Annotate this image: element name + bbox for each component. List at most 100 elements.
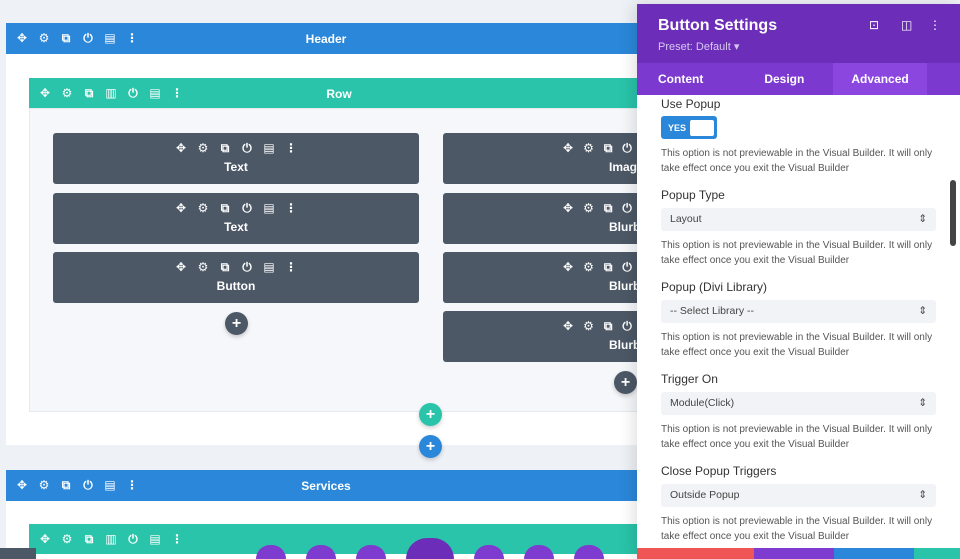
power-icon[interactable]: ⏻ <box>127 532 139 547</box>
duplicate-icon[interactable]: ⧉ <box>83 532 95 547</box>
field-select[interactable]: Module(Click) ⇕ <box>661 392 936 415</box>
move-icon[interactable]: ✥ <box>175 260 187 275</box>
field-select[interactable]: -- Select Library -- ⇕ <box>661 300 936 323</box>
tab-advanced[interactable]: Advanced <box>833 63 927 95</box>
add-section-button[interactable]: + <box>419 435 442 458</box>
trash-icon[interactable]: ▤ <box>104 478 116 493</box>
fullscreen-icon[interactable]: ⊡ <box>869 18 879 32</box>
move-icon[interactable]: ✥ <box>563 319 573 334</box>
trash-icon[interactable]: ▤ <box>149 532 161 547</box>
power-icon[interactable]: ⏻ <box>241 141 253 156</box>
more-icon[interactable]: ⋮ <box>285 201 297 216</box>
module[interactable]: ✥⚙⧉⏻▤⋮Blurb <box>443 252 649 303</box>
power-icon[interactable]: ⏻ <box>622 260 632 275</box>
button-settings-panel: Button Settings Preset: Default ▾ ⊡ ◫ ⋮ … <box>637 4 960 559</box>
duplicate-icon[interactable]: ⧉ <box>219 201 231 216</box>
duplicate-icon[interactable]: ⧉ <box>219 260 231 275</box>
module[interactable]: ✥⚙⧉⏻▤⋮Image <box>443 133 649 184</box>
gear-icon[interactable]: ⚙ <box>38 31 50 46</box>
duplicate-icon[interactable]: ⧉ <box>604 319 613 334</box>
move-icon[interactable]: ✥ <box>39 86 51 101</box>
power-icon[interactable]: ⏻ <box>622 201 632 216</box>
move-icon[interactable]: ✥ <box>563 260 573 275</box>
add-row-button[interactable]: + <box>419 403 442 426</box>
move-icon[interactable]: ✥ <box>39 532 51 547</box>
trash-icon[interactable]: ▤ <box>149 86 161 101</box>
gear-icon[interactable]: ⚙ <box>583 319 594 334</box>
module[interactable]: ✥⚙⧉⏻▤⋮Blurb <box>443 311 649 362</box>
row-bar[interactable]: ✥ ⚙ ⧉ ▥ ⏻ ▤ ⋮ <box>29 524 649 554</box>
gear-icon[interactable]: ⚙ <box>583 201 594 216</box>
more-icon[interactable]: ⋮ <box>171 532 183 547</box>
module[interactable]: ✥ ⚙ ⧉ ⏻ ▤ ⋮ Button <box>53 252 419 303</box>
field-select[interactable]: Layout ⇕ <box>661 208 936 231</box>
duplicate-icon[interactable]: ⧉ <box>60 478 72 493</box>
save-button[interactable] <box>914 548 960 559</box>
trash-icon[interactable]: ▤ <box>263 201 275 216</box>
section-bar[interactable]: ✥ ⚙ ⧉ ⏻ ▤ ⋮ Services <box>6 470 646 501</box>
module-label: Button <box>216 279 256 293</box>
gear-icon[interactable]: ⚙ <box>197 201 209 216</box>
power-icon[interactable]: ⏻ <box>82 31 94 46</box>
power-icon[interactable]: ⏻ <box>241 201 253 216</box>
move-icon[interactable]: ✥ <box>175 141 187 156</box>
gear-icon[interactable]: ⚙ <box>583 141 594 156</box>
add-module-button[interactable]: + <box>614 371 637 394</box>
gear-icon[interactable]: ⚙ <box>38 478 50 493</box>
gear-icon[interactable]: ⚙ <box>61 532 73 547</box>
field-label: Popup Type <box>661 188 725 202</box>
redo-button[interactable] <box>834 548 914 559</box>
trash-icon[interactable]: ▤ <box>263 141 275 156</box>
add-module-button[interactable]: + <box>225 312 248 335</box>
duplicate-icon[interactable]: ⧉ <box>219 141 231 156</box>
more-icon[interactable]: ⋮ <box>126 478 138 493</box>
gear-icon[interactable]: ⚙ <box>197 260 209 275</box>
module[interactable]: ✥ ⚙ ⧉ ⏻ ▤ ⋮ Text <box>53 193 419 244</box>
panel-header[interactable]: Button Settings Preset: Default ▾ ⊡ ◫ ⋮ <box>637 4 960 63</box>
power-icon[interactable]: ⏻ <box>622 319 632 334</box>
tab-content[interactable]: Content <box>637 63 724 95</box>
module[interactable]: ✥ ⚙ ⧉ ⏻ ▤ ⋮ Text <box>53 133 419 184</box>
more-icon[interactable]: ⋮ <box>285 260 297 275</box>
move-icon[interactable]: ✥ <box>563 201 573 216</box>
trash-icon[interactable]: ▤ <box>104 31 116 46</box>
duplicate-icon[interactable]: ⧉ <box>60 31 72 46</box>
snap-sidebar-icon[interactable]: ◫ <box>901 18 912 32</box>
gear-icon[interactable]: ⚙ <box>583 260 594 275</box>
power-icon[interactable]: ⏻ <box>127 86 139 101</box>
tab-design[interactable]: Design <box>724 63 833 95</box>
discard-button[interactable] <box>637 548 754 559</box>
section-bar[interactable]: ✥ ⚙ ⧉ ⏻ ▤ ⋮ Header <box>6 23 646 54</box>
columns-icon[interactable]: ▥ <box>105 532 117 547</box>
move-icon[interactable]: ✥ <box>16 478 28 493</box>
select-value: Module(Click) <box>670 397 735 409</box>
more-icon[interactable]: ⋮ <box>285 141 297 156</box>
use-popup-toggle[interactable]: YES <box>661 116 717 139</box>
columns-icon[interactable]: ▥ <box>105 86 117 101</box>
history-button[interactable] <box>754 548 834 559</box>
move-icon[interactable]: ✥ <box>16 31 28 46</box>
duplicate-icon[interactable]: ⧉ <box>604 141 613 156</box>
module[interactable]: ✥⚙⧉⏻▤⋮Blurb <box>443 193 649 244</box>
duplicate-icon[interactable]: ⧉ <box>604 260 613 275</box>
duplicate-icon[interactable]: ⧉ <box>83 86 95 101</box>
field-select[interactable]: Outside Popup ⇕ <box>661 484 936 507</box>
more-icon[interactable]: ⋮ <box>126 31 138 46</box>
power-icon[interactable]: ⏻ <box>241 260 253 275</box>
scrollbar[interactable] <box>950 180 956 246</box>
page-settings-toggle[interactable] <box>0 548 36 559</box>
gear-icon[interactable]: ⚙ <box>61 86 73 101</box>
move-icon[interactable]: ✥ <box>563 141 573 156</box>
row-bar[interactable]: ✥ ⚙ ⧉ ▥ ⏻ ▤ ⋮ Row <box>29 78 649 109</box>
gear-icon[interactable]: ⚙ <box>197 141 209 156</box>
select-arrows-icon: ⇕ <box>918 305 927 317</box>
power-icon[interactable]: ⏻ <box>82 478 94 493</box>
move-icon[interactable]: ✥ <box>175 201 187 216</box>
more-icon[interactable]: ⋮ <box>929 18 941 32</box>
power-icon[interactable]: ⏻ <box>622 141 632 156</box>
duplicate-icon[interactable]: ⧉ <box>604 201 613 216</box>
trash-icon[interactable]: ▤ <box>263 260 275 275</box>
select-value: -- Select Library -- <box>670 305 755 317</box>
more-icon[interactable]: ⋮ <box>171 86 183 101</box>
preset-dropdown[interactable]: Preset: Default ▾ <box>658 40 939 53</box>
